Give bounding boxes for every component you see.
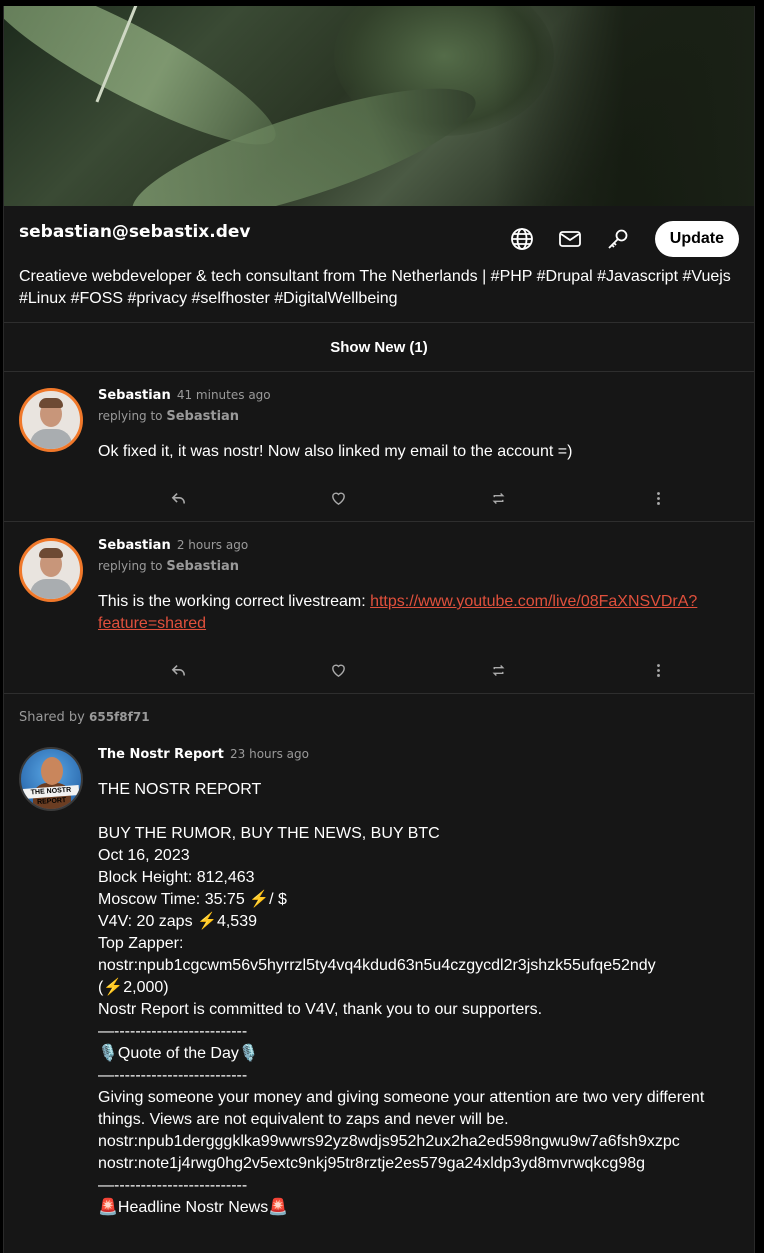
note-actions bbox=[98, 647, 739, 693]
mail-icon[interactable] bbox=[555, 224, 585, 254]
profile-bio: Creatieve webdeveloper & tech consultant… bbox=[19, 268, 731, 307]
note-author[interactable]: Sebastian bbox=[98, 538, 171, 553]
profile-page: sebastian@sebastix.dev Update Creatieve bbox=[3, 6, 755, 1253]
replying-to-user[interactable]: Sebastian bbox=[166, 559, 239, 574]
note-author[interactable]: Sebastian bbox=[98, 388, 171, 403]
note-item: Sebastian 41 minutes ago replying to Seb… bbox=[4, 372, 754, 522]
note-time: 2 hours ago bbox=[176, 538, 249, 552]
globe-icon[interactable] bbox=[507, 224, 537, 254]
note-time: 23 hours ago bbox=[230, 747, 309, 761]
show-new-button[interactable]: Show New (1) bbox=[4, 322, 754, 372]
repost-icon[interactable] bbox=[418, 662, 578, 679]
reply-icon[interactable] bbox=[98, 490, 258, 507]
note-text: Ok fixed it, it was nostr! Now also link… bbox=[98, 443, 573, 460]
note-time: 41 minutes ago bbox=[176, 388, 271, 402]
more-icon[interactable] bbox=[578, 490, 738, 507]
key-icon[interactable] bbox=[603, 224, 633, 254]
update-button[interactable]: Update bbox=[654, 221, 739, 257]
replying-prefix: replying to bbox=[98, 409, 163, 423]
like-icon[interactable] bbox=[258, 662, 418, 679]
like-icon[interactable] bbox=[258, 490, 418, 507]
avatar[interactable] bbox=[19, 388, 83, 452]
profile-banner bbox=[4, 6, 754, 206]
more-icon[interactable] bbox=[578, 662, 738, 679]
replying-to: replying to Sebastian bbox=[98, 409, 739, 424]
shared-by-label: Shared by 655f8f71 bbox=[4, 694, 754, 725]
note-item: Sebastian 2 hours ago replying to Sebast… bbox=[4, 522, 754, 694]
replying-prefix: replying to bbox=[98, 559, 163, 573]
note-text: THE NOSTR REPORT BUY THE RUMOR, BUY THE … bbox=[98, 781, 705, 1216]
note-text-body: This is the working correct livestream: bbox=[98, 593, 371, 610]
repost-icon[interactable] bbox=[418, 490, 578, 507]
avatar[interactable]: THE NOSTR REPORT bbox=[19, 747, 83, 811]
reply-icon[interactable] bbox=[98, 662, 258, 679]
replying-to-user[interactable]: Sebastian bbox=[166, 409, 239, 424]
shared-prefix: Shared by bbox=[19, 710, 85, 725]
replying-to: replying to Sebastian bbox=[98, 559, 739, 574]
note-text: This is the working correct livestream: … bbox=[98, 591, 739, 635]
profile-actions: Update bbox=[507, 221, 739, 257]
note-author[interactable]: The Nostr Report bbox=[98, 747, 224, 762]
profile-header: sebastian@sebastix.dev Update Creatieve bbox=[4, 206, 754, 322]
note-item: THE NOSTR REPORT The Nostr Report 23 hou… bbox=[4, 725, 754, 1219]
shared-by-user[interactable]: 655f8f71 bbox=[89, 710, 150, 724]
note-actions bbox=[98, 475, 739, 521]
avatar[interactable] bbox=[19, 538, 83, 602]
